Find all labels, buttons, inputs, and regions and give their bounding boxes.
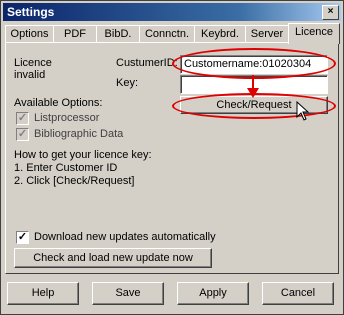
instructions-step-1: 1. Enter Customer ID <box>14 162 118 174</box>
licence-panel: Licence invalid CustumerID: Customername… <box>5 42 339 274</box>
settings-window: Settings × Options PDF BibD. Connctn. Ke… <box>0 0 344 315</box>
title-bar: Settings × <box>3 3 341 21</box>
window-title: Settings <box>7 5 55 19</box>
tab-connection[interactable]: Connctn. <box>139 25 195 43</box>
dialog-button-bar: Help Save Apply Cancel <box>5 277 339 310</box>
tab-server[interactable]: Server <box>245 25 289 43</box>
tab-options[interactable]: Options <box>5 25 54 43</box>
annotation-arrow-icon <box>247 75 259 98</box>
help-button[interactable]: Help <box>7 282 79 305</box>
mouse-cursor-icon <box>296 101 310 121</box>
listprocessor-checkbox: ✓ <box>16 112 29 125</box>
licence-status-value: invalid <box>14 69 46 81</box>
auto-update-checkbox[interactable]: ✓ <box>16 231 29 244</box>
apply-button[interactable]: Apply <box>177 282 249 305</box>
tab-strip: Options PDF BibD. Connctn. Keybrd. Serve… <box>5 23 340 44</box>
bibliographic-data-checkbox: ✓ <box>16 128 29 141</box>
customer-id-label: CustumerID: <box>116 57 178 69</box>
save-button[interactable]: Save <box>92 282 164 305</box>
instructions-heading: How to get your licence key: <box>14 149 152 161</box>
tab-pdf[interactable]: PDF <box>53 25 97 43</box>
close-button[interactable]: × <box>322 5 339 20</box>
check-update-button[interactable]: Check and load new update now <box>14 248 212 268</box>
bibliographic-data-label: Bibliographic Data <box>34 128 124 140</box>
available-options-heading: Available Options: <box>14 97 103 109</box>
auto-update-label: Download new updates automatically <box>34 231 216 243</box>
listprocessor-label: Listprocessor <box>34 112 100 124</box>
cancel-button[interactable]: Cancel <box>262 282 334 305</box>
licence-status-label: Licence <box>14 57 52 69</box>
tab-licence[interactable]: Licence <box>288 23 340 44</box>
tab-bibd[interactable]: BibD. <box>96 25 140 43</box>
key-label: Key: <box>116 77 139 89</box>
instructions-step-2: 2. Click [Check/Request] <box>14 175 135 187</box>
tab-keyboard[interactable]: Keybrd. <box>194 25 246 43</box>
